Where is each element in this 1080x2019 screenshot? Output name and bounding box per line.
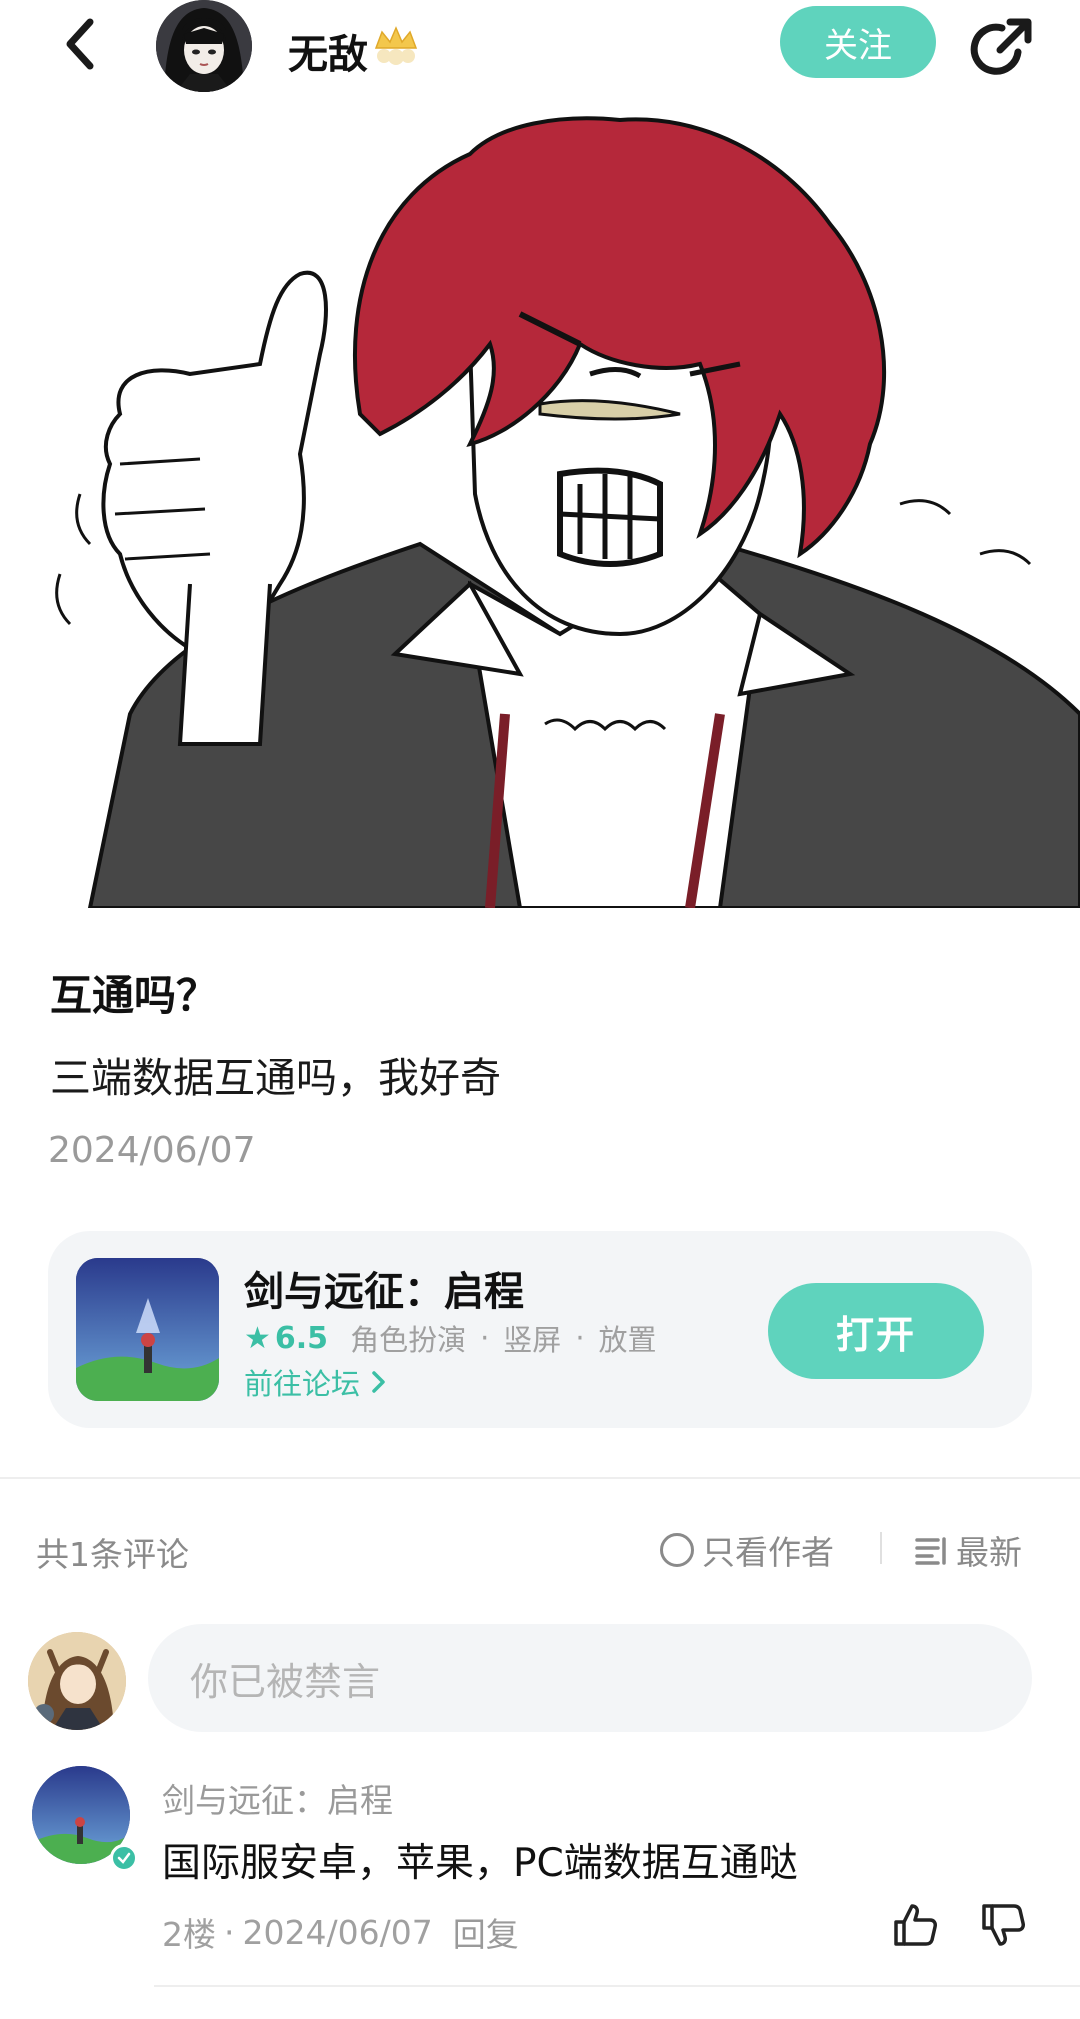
comment-input[interactable]: 你已被禁言 <box>148 1624 1032 1732</box>
author-name[interactable]: 无敌 <box>288 22 368 80</box>
share-icon <box>970 18 1032 75</box>
sort-label: 最新 <box>956 1533 1022 1572</box>
tag-separator: · <box>575 1321 585 1355</box>
author-avatar-image <box>156 0 252 92</box>
reply-button[interactable]: 回复 <box>453 1908 519 1956</box>
forum-link[interactable]: 前往论坛 <box>244 1361 390 1403</box>
game-name[interactable]: 剑与远征：启程 <box>244 1259 524 1317</box>
game-meta: ★ 6.5 角色扮演 · 竖屏 · 放置 <box>244 1317 657 1359</box>
share-button[interactable] <box>966 14 1036 84</box>
comment-input-placeholder: 你已被禁言 <box>190 1659 381 1704</box>
commenter-name[interactable]: 剑与远征：启程 <box>162 1774 393 1822</box>
comment-text: 国际服安卓，苹果，PC端数据互通哒 <box>162 1841 798 1886</box>
meme-illustration <box>0 114 1080 908</box>
post-date: 2024/06/07 <box>48 1130 256 1171</box>
comment-floor: 2楼 <box>162 1915 216 1954</box>
thumbs-down-icon <box>982 1904 1025 1946</box>
toolbar-separator <box>880 1532 882 1564</box>
section-divider <box>0 1477 1080 1479</box>
comment-divider <box>154 1985 1080 1987</box>
author-avatar[interactable] <box>156 0 252 92</box>
radio-icon <box>660 1533 694 1567</box>
author-only-toggle[interactable]: 只看作者 <box>660 1526 834 1574</box>
author-only-label: 只看作者 <box>702 1533 834 1572</box>
dislike-button[interactable] <box>978 1900 1028 1950</box>
tag-separator: · <box>480 1321 490 1355</box>
game-rating-value: 6.5 <box>274 1320 329 1356</box>
meta-separator: · <box>224 1912 235 1952</box>
sort-icon <box>915 1537 946 1565</box>
my-avatar[interactable] <box>28 1632 126 1730</box>
chevron-right-icon <box>372 1371 385 1393</box>
chevron-left-icon <box>66 18 94 70</box>
like-button[interactable] <box>890 1900 940 1950</box>
game-icon-image <box>76 1258 219 1401</box>
open-game-button[interactable]: 打开 <box>768 1283 984 1379</box>
post-image[interactable] <box>0 114 1080 908</box>
comment-date: 2024/06/07 <box>242 1912 433 1952</box>
star-icon: ★ <box>244 1320 271 1356</box>
my-avatar-image <box>28 1632 126 1730</box>
game-rating: ★ 6.5 <box>244 1321 328 1356</box>
top-bar: 无敌 关注 <box>0 0 1080 100</box>
post-title: 互通吗？ <box>50 971 219 1020</box>
forum-link-label: 前往论坛 <box>244 1367 361 1401</box>
game-tag: 竖屏 <box>503 1323 562 1357</box>
back-button[interactable] <box>52 12 108 76</box>
comment-meta: 2楼 · 2024/06/07 回复 <box>162 1908 519 1956</box>
game-tag: 放置 <box>598 1323 657 1357</box>
follow-button[interactable]: 关注 <box>780 6 936 78</box>
game-tag: 角色扮演 <box>350 1323 467 1357</box>
verified-badge-icon <box>110 1844 138 1872</box>
sort-button[interactable]: 最新 <box>914 1526 1022 1574</box>
thumbs-up-icon <box>894 1904 937 1946</box>
game-icon[interactable] <box>76 1258 219 1401</box>
crown-badge-icon <box>374 26 418 65</box>
comment-count: 共1条评论 <box>36 1535 189 1574</box>
game-card[interactable]: 剑与远征：启程 ★ 6.5 角色扮演 · 竖屏 · 放置 前往论坛 打开 <box>48 1231 1032 1428</box>
post-body: 三端数据互通吗，我好奇 <box>50 1054 501 1102</box>
